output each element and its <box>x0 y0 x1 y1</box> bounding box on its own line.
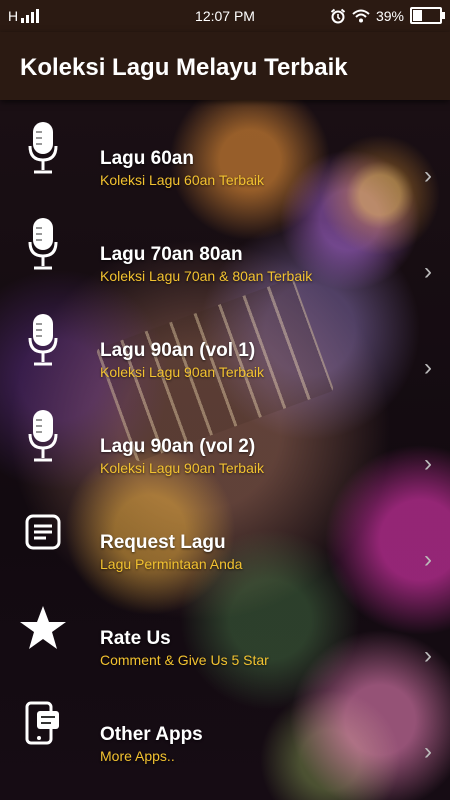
star-icon <box>18 598 68 658</box>
chevron-right-icon: › <box>424 642 432 669</box>
menu-item-request-lagu[interactable]: Request Lagu Lagu Permintaan Anda › <box>0 484 450 580</box>
menu-item-title: Lagu 70an 80an <box>100 244 243 265</box>
menu-item-other-apps[interactable]: Other Apps More Apps.. › <box>0 676 450 772</box>
chevron-right-icon: › <box>424 354 432 381</box>
menu-item-lagu-70an-80an[interactable]: Lagu 70an 80an Koleksi Lagu 70an & 80an … <box>0 196 450 292</box>
menu-item-subtitle: Koleksi Lagu 90an Terbaik <box>100 364 264 380</box>
app-bar: Koleksi Lagu Melayu Terbaik <box>0 32 450 100</box>
menu-item-subtitle: Koleksi Lagu 70an & 80an Terbaik <box>100 268 313 284</box>
menu-item-subtitle: More Apps.. <box>100 748 175 764</box>
menu-item-title: Lagu 90an (vol 2) <box>100 436 256 457</box>
menu-item-lagu-90an-vol-1[interactable]: Lagu 90an (vol 1) Koleksi Lagu 90an Terb… <box>0 292 450 388</box>
menu-item-title: Request Lagu <box>100 532 226 553</box>
battery-level <box>413 10 422 21</box>
menu-item-title: Other Apps <box>100 724 203 745</box>
chevron-right-icon: › <box>424 162 432 189</box>
menu-item-title: Lagu 90an (vol 1) <box>100 340 256 361</box>
chevron-right-icon: › <box>424 738 432 765</box>
menu-item-subtitle: Koleksi Lagu 90an Terbaik <box>100 460 264 476</box>
menu-item-title: Rate Us <box>100 628 171 649</box>
microphone-icon <box>18 406 68 466</box>
menu-item-subtitle: Koleksi Lagu 60an Terbaik <box>100 172 264 188</box>
menu-item-subtitle: Lagu Permintaan Anda <box>100 556 243 572</box>
chevron-right-icon: › <box>424 258 432 285</box>
microphone-icon <box>18 118 68 178</box>
battery-percent: 39% <box>375 7 404 24</box>
microphone-icon <box>18 310 68 370</box>
menu-item-lagu-90an-vol-2[interactable]: Lagu 90an (vol 2) Koleksi Lagu 90an Terb… <box>0 388 450 484</box>
phone-apps-icon <box>18 694 68 754</box>
menu-item-rate-us[interactable]: Rate Us Comment & Give Us 5 Star › <box>0 580 450 676</box>
note-icon <box>18 502 68 562</box>
chevron-right-icon: › <box>424 450 432 477</box>
menu-item-title: Lagu 60an <box>100 148 194 169</box>
microphone-icon <box>18 214 68 274</box>
status-bar: H 12:07 PM 39% <box>0 0 450 32</box>
wifi-icon <box>352 9 370 22</box>
battery-icon <box>410 7 445 24</box>
menu-item-lagu-60an[interactable]: Lagu 60an Koleksi Lagu 60an Terbaik › <box>0 100 450 196</box>
alarm-icon <box>330 8 346 23</box>
menu-item-subtitle: Comment & Give Us 5 Star <box>100 652 269 668</box>
status-right: 39% <box>330 7 445 24</box>
chevron-right-icon: › <box>424 546 432 573</box>
app-title: Koleksi Lagu Melayu Terbaik <box>20 54 348 81</box>
